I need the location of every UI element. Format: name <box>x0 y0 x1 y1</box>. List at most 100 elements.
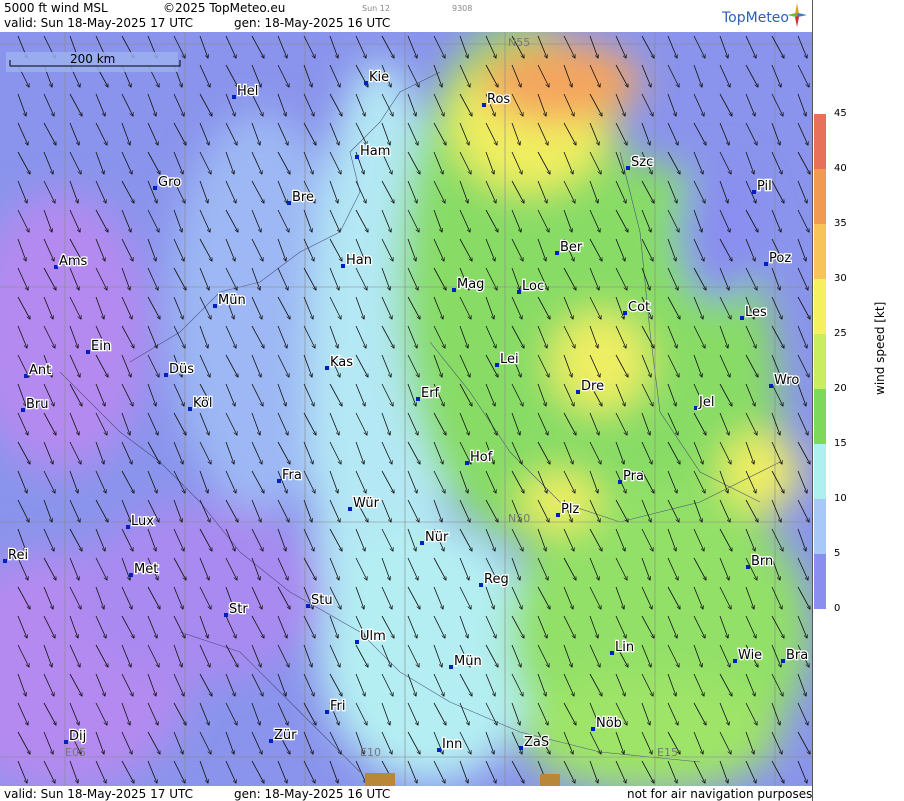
city-dot <box>348 507 352 511</box>
city-label: Plz <box>561 502 579 517</box>
city-dot <box>764 262 768 266</box>
panel-divider <box>812 0 813 801</box>
colorbar-tick: 45 <box>834 108 847 119</box>
city-label: Dre <box>581 379 604 394</box>
product-title: 5000 ft wind MSL <box>4 1 108 15</box>
city-label: Str <box>229 602 248 617</box>
city-label: Ham <box>360 144 390 159</box>
city-label: Lei <box>500 352 519 367</box>
city-dot <box>3 559 7 563</box>
compass-logo-icon <box>787 3 807 27</box>
scale-label: 200 km <box>70 52 115 66</box>
city-dot <box>64 740 68 744</box>
city-dot <box>752 190 756 194</box>
city-dot <box>623 311 627 315</box>
colorbar-title: wind speed [kt] <box>873 301 887 395</box>
city-dot <box>153 186 157 190</box>
wind-speed-colorbar <box>814 114 826 609</box>
city-label: Reg <box>484 572 509 587</box>
city-label: Pra <box>623 469 644 484</box>
city-dot <box>556 513 560 517</box>
gen-time: gen: 18-May-2025 16 UTC <box>234 16 391 30</box>
city-label: Fra <box>282 468 302 483</box>
city-label: Ros <box>487 92 510 107</box>
city-dot <box>437 748 441 752</box>
city-label: Erf <box>421 386 440 401</box>
city-dot <box>555 251 559 255</box>
city-dot <box>224 613 228 617</box>
city-dot <box>781 659 785 663</box>
city-dot <box>449 665 453 669</box>
colorbar-tick: 0 <box>834 603 841 614</box>
wind-map[interactable]: N55 N50 E05 E10 E15 Kie Hel Ros Ham Szc Gro Bre Pil… <box>0 32 812 786</box>
wind-field <box>0 32 812 786</box>
city-dot <box>306 604 310 608</box>
city-dot <box>591 727 595 731</box>
city-label: Ams <box>59 254 88 269</box>
brand-logo[interactable]: TopMeteo <box>722 10 789 26</box>
colorbar-segment <box>814 224 826 279</box>
footer-gen-time: gen: 18-May-2025 16 UTC <box>234 787 391 801</box>
colorbar-segment <box>814 279 826 334</box>
city-label: Jel <box>698 395 714 410</box>
terrain-patch <box>540 774 560 786</box>
city-dot <box>325 710 329 714</box>
city-label: Cot <box>628 300 650 315</box>
city-label: Pil <box>757 179 772 194</box>
city-dot <box>452 288 456 292</box>
city-dot <box>465 461 469 465</box>
city-dot <box>287 201 291 205</box>
city-label: Mün <box>218 293 246 308</box>
city-dot <box>519 746 523 750</box>
city-label: Lux <box>131 514 154 529</box>
city-dot <box>21 408 25 412</box>
city-label: Bra <box>786 648 808 663</box>
colorbar-tick: 40 <box>834 163 847 174</box>
city-label: Rei <box>8 548 28 563</box>
city-label: Nöb <box>596 716 622 731</box>
grid-label: E05 <box>65 746 86 759</box>
city-label: Köl <box>193 396 212 411</box>
city-dot <box>188 407 192 411</box>
city-dot <box>364 81 368 85</box>
colorbar-tick: 20 <box>834 383 847 394</box>
colorbar-segment <box>814 389 826 444</box>
city-dot <box>479 583 483 587</box>
city-label: Brn <box>751 554 773 569</box>
city-label: Düs <box>169 362 194 377</box>
colorbar-tick: 30 <box>834 273 847 284</box>
city-label: Dij <box>69 729 86 744</box>
copyright: ©2025 TopMeteo.eu <box>163 1 286 15</box>
city-label: Wür <box>353 496 380 511</box>
city-dot <box>626 166 630 170</box>
city-label: Fri <box>330 699 346 714</box>
city-dot <box>232 95 236 99</box>
grid-label: E15 <box>657 746 678 759</box>
city-dot <box>54 265 58 269</box>
city-label: Szc <box>631 155 653 170</box>
colorbar-segment <box>814 169 826 224</box>
city-label: Kie <box>369 70 389 85</box>
city-dot <box>213 304 217 308</box>
city-dot <box>355 640 359 644</box>
colorbar-tick: 35 <box>834 218 847 229</box>
city-label: Hel <box>237 84 258 99</box>
city-label: Ein <box>91 339 111 354</box>
colorbar-segment <box>814 554 826 609</box>
grid-label: N50 <box>508 512 530 525</box>
city-label: Mün <box>454 654 482 669</box>
colorbar-tick: 5 <box>834 548 841 559</box>
city-dot <box>694 406 698 410</box>
city-dot <box>126 525 130 529</box>
sun-label: Sun 12 <box>362 4 390 13</box>
city-dot <box>420 541 424 545</box>
city-dot <box>610 651 614 655</box>
colorbar-segment <box>814 444 826 499</box>
city-label: Stu <box>311 593 333 608</box>
colorbar-tick: 25 <box>834 328 847 339</box>
city-dot <box>24 374 28 378</box>
city-dot <box>341 264 345 268</box>
city-label: Lin <box>615 640 634 655</box>
scale-bar: 200 km <box>6 52 181 72</box>
footer-bar: valid: Sun 18-May-2025 17 UTC gen: 18-Ma… <box>0 786 812 801</box>
